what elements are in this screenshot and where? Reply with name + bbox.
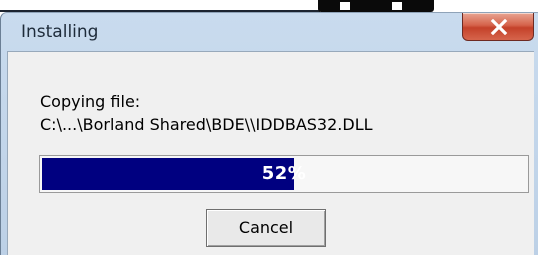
window-title: Installing	[21, 22, 99, 42]
file-path-label: C:\...\Borland Shared\BDE\\IDDBAS32.DLL	[40, 115, 373, 134]
installing-dialog: Installing Copying file: C:\...\Borland …	[0, 12, 538, 255]
background-graphic	[318, 0, 434, 12]
progress-percent-label: 52%	[261, 163, 307, 184]
copying-label: Copying file:	[40, 92, 141, 111]
background-window-edge	[0, 0, 538, 12]
close-button[interactable]	[462, 13, 534, 41]
title-bar[interactable]: Installing	[1, 13, 538, 51]
cancel-button[interactable]: Cancel	[206, 209, 326, 247]
screen: Installing Copying file: C:\...\Borland …	[0, 0, 538, 255]
dialog-body: Copying file: C:\...\Borland Shared\BDE\…	[7, 51, 534, 255]
progress-bar: 52%	[39, 155, 529, 193]
close-icon	[490, 19, 508, 35]
